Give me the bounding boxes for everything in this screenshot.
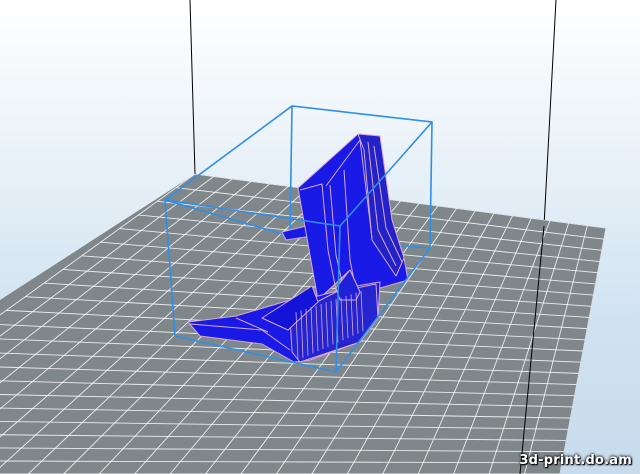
- 3d-viewport[interactable]: 3d-print.do.am: [0, 0, 640, 474]
- scene-canvas[interactable]: [0, 0, 640, 474]
- watermark-text: 3d-print.do.am: [519, 453, 632, 468]
